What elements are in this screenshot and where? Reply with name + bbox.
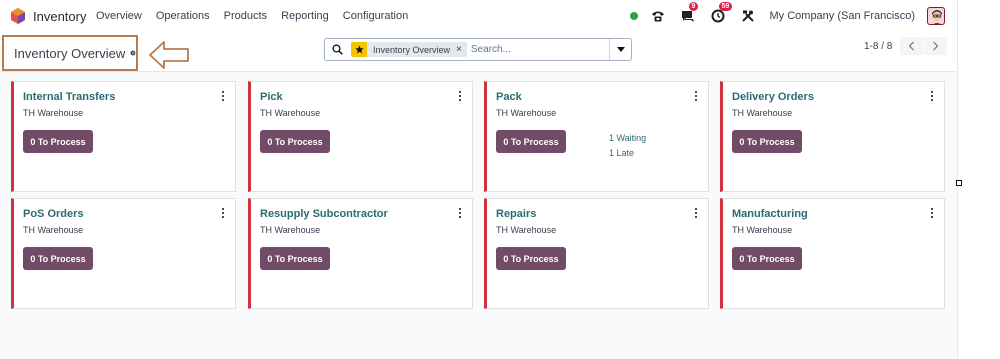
card-warehouse: TH Warehouse bbox=[23, 108, 84, 118]
kebab-menu-icon[interactable] bbox=[458, 208, 462, 219]
to-process-button[interactable]: 0 To Process bbox=[732, 130, 802, 153]
pager-controls bbox=[900, 37, 948, 55]
kebab-menu-icon[interactable] bbox=[694, 91, 698, 102]
star-icon bbox=[351, 42, 367, 57]
operation-card-pos-orders: PoS Orders TH Warehouse 0 To Process bbox=[11, 198, 236, 309]
kebab-menu-icon[interactable] bbox=[458, 91, 462, 102]
card-title[interactable]: Resupply Subcontractor bbox=[260, 208, 388, 220]
card-title[interactable]: Pick bbox=[260, 91, 283, 103]
app-logo-icon[interactable] bbox=[10, 8, 26, 24]
card-warehouse: TH Warehouse bbox=[496, 108, 557, 118]
clock-icon[interactable]: 59 bbox=[710, 2, 733, 24]
systray: 9 59 My Company (San Francisco) bbox=[629, 2, 945, 26]
scrollbar[interactable] bbox=[957, 0, 1000, 359]
operation-card-manufacturing: Manufacturing TH Warehouse 0 To Process bbox=[720, 198, 945, 309]
card-title[interactable]: Repairs bbox=[496, 208, 536, 220]
facet-label: Inventory Overview bbox=[373, 44, 451, 55]
pager-value[interactable]: 1-8 / 8 bbox=[864, 41, 892, 52]
card-warehouse: TH Warehouse bbox=[732, 225, 793, 235]
late-link[interactable]: 1 Late bbox=[609, 148, 634, 158]
to-process-button[interactable]: 0 To Process bbox=[732, 247, 802, 270]
tools-icon[interactable] bbox=[740, 8, 756, 24]
card-title[interactable]: Delivery Orders bbox=[732, 91, 814, 103]
card-warehouse: TH Warehouse bbox=[496, 225, 557, 235]
pager-previous-button[interactable] bbox=[900, 37, 923, 55]
card-title[interactable]: PoS Orders bbox=[23, 208, 84, 220]
card-warehouse: TH Warehouse bbox=[23, 225, 84, 235]
pager-next-button[interactable] bbox=[924, 37, 947, 55]
breadcrumb: Inventory Overview bbox=[2, 35, 138, 71]
menu-reporting[interactable]: Reporting bbox=[281, 10, 329, 22]
search-icon[interactable] bbox=[332, 44, 343, 55]
operation-card-delivery-orders: Delivery Orders TH Warehouse 0 To Proces… bbox=[720, 81, 945, 192]
search-bar: Inventory Overview × bbox=[324, 38, 632, 61]
operation-card-resupply-subcontractor: Resupply Subcontractor TH Warehouse 0 To… bbox=[248, 198, 473, 309]
chevron-left-icon bbox=[908, 41, 914, 51]
card-title[interactable]: Pack bbox=[496, 91, 522, 103]
kebab-menu-icon[interactable] bbox=[694, 208, 698, 219]
card-title[interactable]: Manufacturing bbox=[732, 208, 808, 220]
search-options-toggle[interactable] bbox=[609, 39, 631, 60]
card-title[interactable]: Internal Transfers bbox=[23, 91, 115, 103]
presence-status bbox=[629, 12, 638, 20]
to-process-button[interactable]: 0 To Process bbox=[23, 130, 93, 153]
app-window: Inventory Overview Operations Products R… bbox=[0, 0, 957, 359]
operation-card-pack: Pack TH Warehouse 0 To Process 1 Waiting… bbox=[484, 81, 709, 192]
company-switcher[interactable]: My Company (San Francisco) bbox=[770, 10, 916, 22]
activities-badge: 59 bbox=[718, 2, 733, 11]
app-name[interactable]: Inventory bbox=[33, 9, 86, 24]
kebab-menu-icon[interactable] bbox=[930, 208, 934, 219]
operation-card-pick: Pick TH Warehouse 0 To Process bbox=[248, 81, 473, 192]
menu-operations[interactable]: Operations bbox=[156, 10, 210, 22]
annotation-arrow-icon bbox=[149, 41, 189, 69]
to-process-button[interactable]: 0 To Process bbox=[260, 247, 330, 270]
main-menu: Overview Operations Products Reporting C… bbox=[96, 10, 422, 22]
kebab-menu-icon[interactable] bbox=[221, 91, 225, 102]
operation-card-repairs: Repairs TH Warehouse 0 To Process bbox=[484, 198, 709, 309]
menu-configuration[interactable]: Configuration bbox=[343, 10, 408, 22]
avatar[interactable] bbox=[927, 7, 945, 25]
menu-overview[interactable]: Overview bbox=[96, 10, 142, 22]
card-warehouse: TH Warehouse bbox=[732, 108, 793, 118]
top-navbar: Inventory Overview Operations Products R… bbox=[0, 0, 957, 32]
card-warehouse: TH Warehouse bbox=[260, 225, 321, 235]
phone-icon[interactable] bbox=[650, 8, 666, 24]
search-input[interactable] bbox=[470, 44, 609, 55]
gear-icon[interactable] bbox=[130, 48, 136, 58]
waiting-link[interactable]: 1 Waiting bbox=[609, 133, 646, 143]
kebab-menu-icon[interactable] bbox=[930, 91, 934, 102]
resize-handle[interactable] bbox=[956, 180, 962, 186]
to-process-button[interactable]: 0 To Process bbox=[23, 247, 93, 270]
to-process-button[interactable]: 0 To Process bbox=[496, 130, 566, 153]
search-facet: Inventory Overview × bbox=[351, 42, 467, 57]
to-process-button[interactable]: 0 To Process bbox=[496, 247, 566, 270]
caret-down-icon bbox=[616, 47, 625, 52]
card-warehouse: TH Warehouse bbox=[260, 108, 321, 118]
messages-badge: 9 bbox=[688, 2, 699, 11]
kebab-menu-icon[interactable] bbox=[221, 208, 225, 219]
facet-remove-button[interactable]: × bbox=[454, 44, 467, 55]
chevron-right-icon bbox=[933, 41, 939, 51]
operation-card-internal-transfers: Internal Transfers TH Warehouse 0 To Pro… bbox=[11, 81, 236, 192]
page-title: Inventory Overview bbox=[14, 45, 126, 61]
to-process-button[interactable]: 0 To Process bbox=[260, 130, 330, 153]
menu-products[interactable]: Products bbox=[224, 10, 267, 22]
chat-icon[interactable]: 9 bbox=[680, 2, 699, 24]
control-panel: Inventory Overview Inventory Overview × … bbox=[0, 32, 957, 72]
